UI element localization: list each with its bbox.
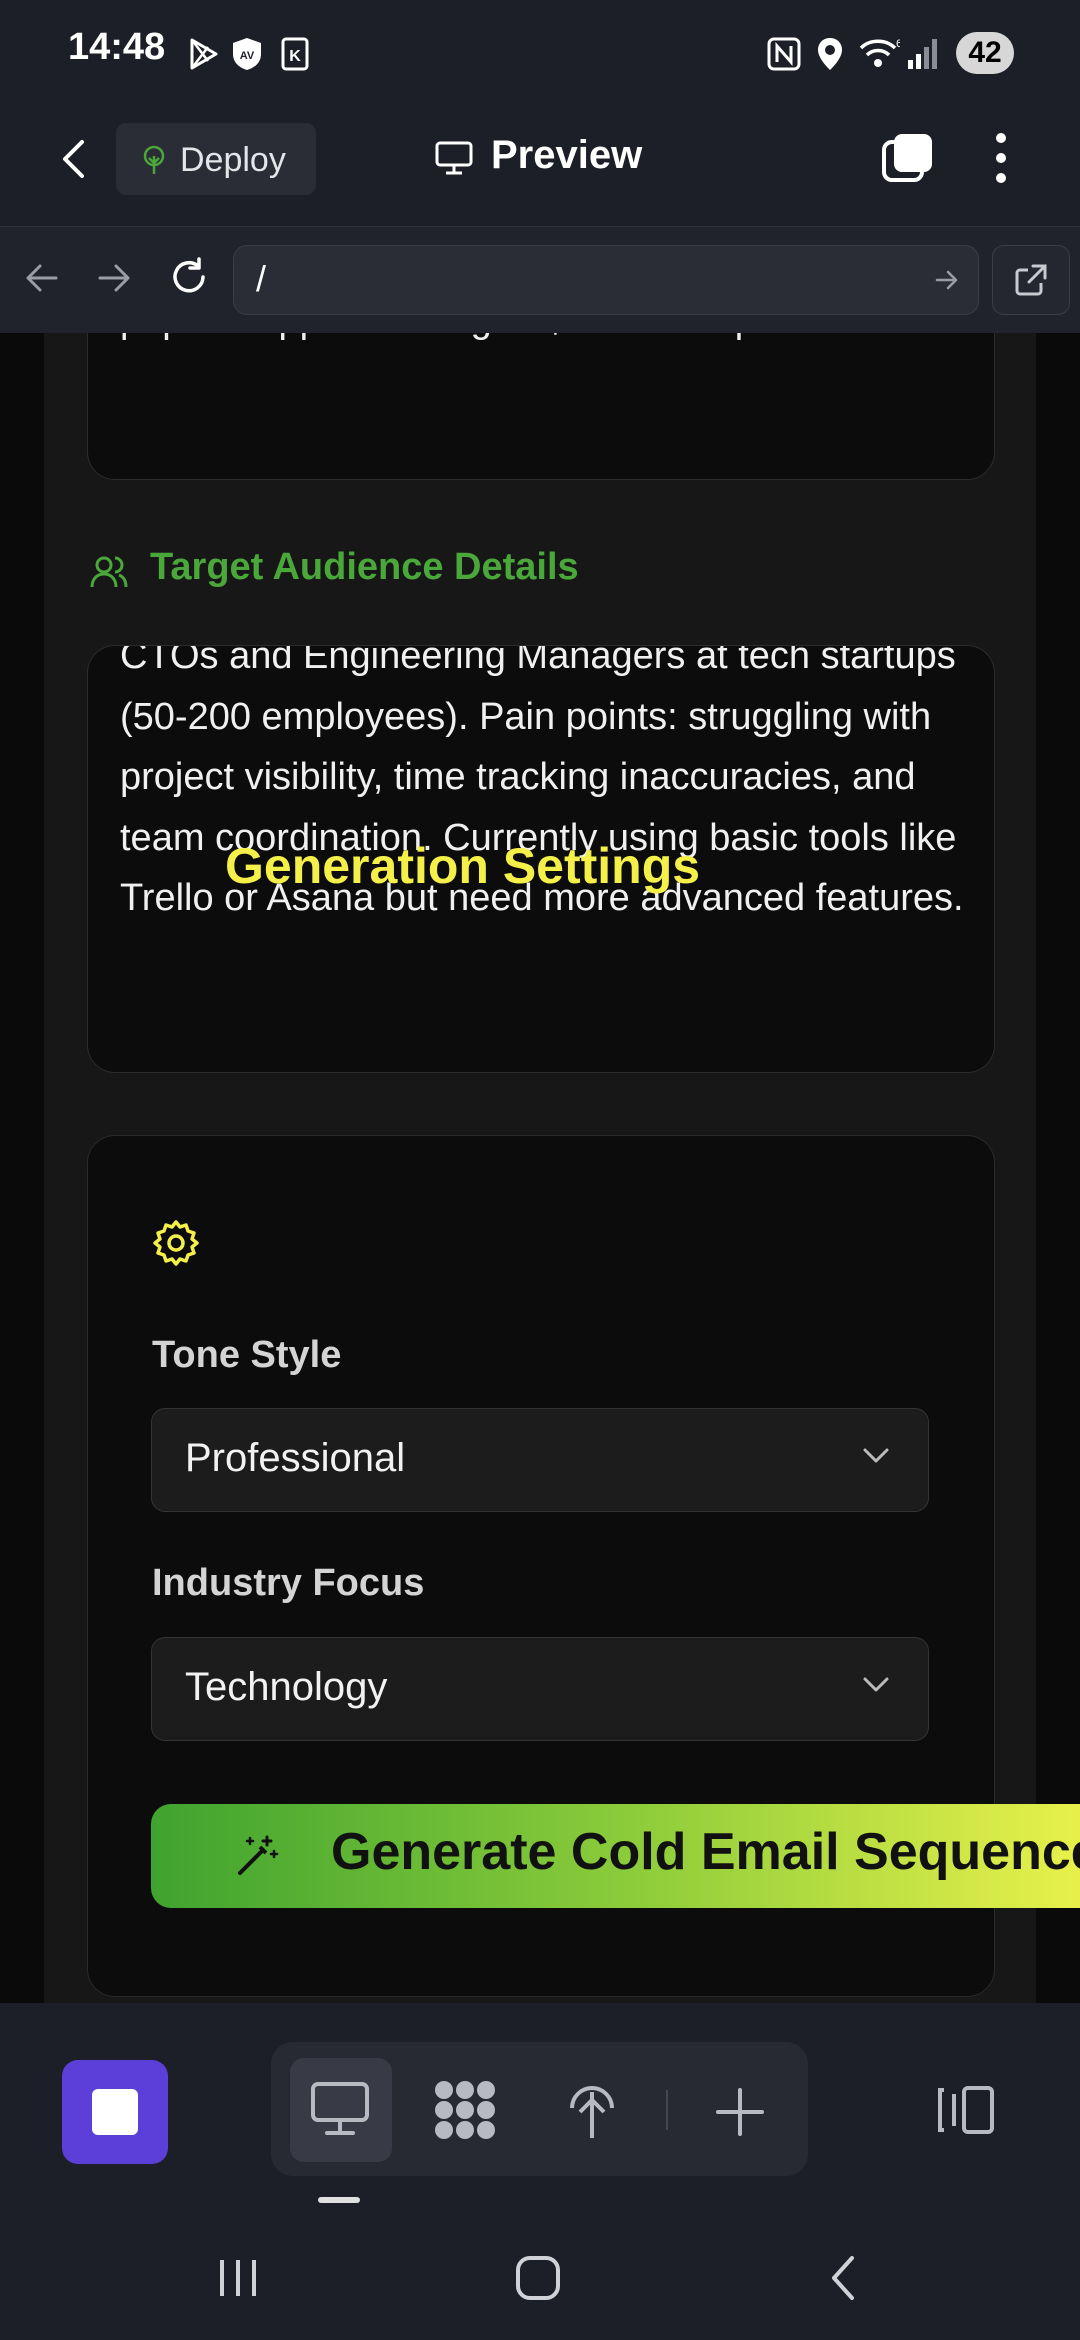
monitor-icon <box>434 140 474 176</box>
magic-wand-icon <box>235 1834 279 1878</box>
home-icon[interactable] <box>514 2254 562 2302</box>
k-box-icon: K <box>280 36 310 72</box>
preview-title: Preview <box>491 133 643 177</box>
recents-icon[interactable] <box>216 2256 260 2300</box>
product-description-text: popular apps. Starting at $29/month per … <box>120 333 966 351</box>
arrow-right-icon[interactable] <box>96 260 134 296</box>
status-bar: 14:48 AV K 6 42 <box>0 0 1080 110</box>
chevron-left-icon[interactable] <box>56 138 92 180</box>
signal-icon <box>906 36 940 72</box>
refresh-icon[interactable] <box>168 256 210 298</box>
gear-icon <box>151 1218 201 1268</box>
generate-sequence-button[interactable]: Generate Cold Email Sequence <box>151 1804 1080 1908</box>
status-time: 14:48 <box>68 26 166 68</box>
target-audience-label: Target Audience Details <box>150 546 579 588</box>
nfc-icon <box>766 36 802 72</box>
generate-sequence-label: Generate Cold Email Sequence <box>331 1823 1080 1881</box>
settings-title: Generation Settings <box>225 838 701 894</box>
split-view-icon[interactable] <box>932 2084 996 2136</box>
deploy-button[interactable]: Deploy <box>116 123 316 195</box>
deploy-tree-icon <box>140 145 168 175</box>
external-link-icon <box>1013 262 1049 298</box>
chevron-down-icon <box>862 1447 890 1465</box>
toolbar-indicator <box>318 2197 360 2203</box>
tabs-icon[interactable] <box>880 130 936 186</box>
tone-style-value: Professional <box>185 1436 406 1480</box>
back-icon[interactable] <box>826 2254 860 2302</box>
desktop-icon[interactable] <box>309 2080 371 2138</box>
av-shield-icon: AV <box>229 36 265 72</box>
stop-button[interactable] <box>62 2060 168 2164</box>
generate-button-clip: Generate Cold Email Sequence <box>0 1804 1080 1909</box>
plus-icon[interactable] <box>714 2086 766 2138</box>
open-external-button[interactable] <box>992 245 1070 315</box>
arrow-left-icon[interactable] <box>22 260 60 296</box>
svg-text:AV: AV <box>240 50 255 62</box>
page-container: popular apps. Starting at $29/month per … <box>44 333 1036 2003</box>
users-icon <box>89 552 129 592</box>
industry-focus-select[interactable]: Technology <box>151 1637 929 1741</box>
svg-text:6: 6 <box>896 38 900 50</box>
deploy-label: Deploy <box>180 141 286 179</box>
play-store-icon <box>186 36 222 72</box>
deploy-icon[interactable] <box>566 2078 618 2142</box>
wifi-6-icon: 6 <box>858 36 900 72</box>
svg-text:K: K <box>289 48 301 65</box>
chevron-down-icon <box>862 1676 890 1694</box>
url-text: / <box>256 258 267 299</box>
industry-focus-label: Industry Focus <box>152 1562 425 1604</box>
tone-style-select[interactable]: Professional <box>151 1408 929 1512</box>
product-description-card[interactable]: popular apps. Starting at $29/month per … <box>87 333 995 480</box>
apps-grid-icon[interactable] <box>432 2078 498 2142</box>
stop-icon <box>92 2089 138 2135</box>
mode-divider <box>666 2090 668 2130</box>
battery-level: 42 <box>956 32 1014 74</box>
more-vertical-icon[interactable] <box>992 132 1010 184</box>
location-icon <box>815 36 845 72</box>
tone-style-label: Tone Style <box>152 1334 342 1376</box>
industry-focus-value: Technology <box>185 1665 388 1709</box>
url-input[interactable]: / <box>233 245 979 315</box>
web-content: popular apps. Starting at $29/month per … <box>0 333 1080 2003</box>
arrow-right-small-icon[interactable] <box>934 268 960 292</box>
